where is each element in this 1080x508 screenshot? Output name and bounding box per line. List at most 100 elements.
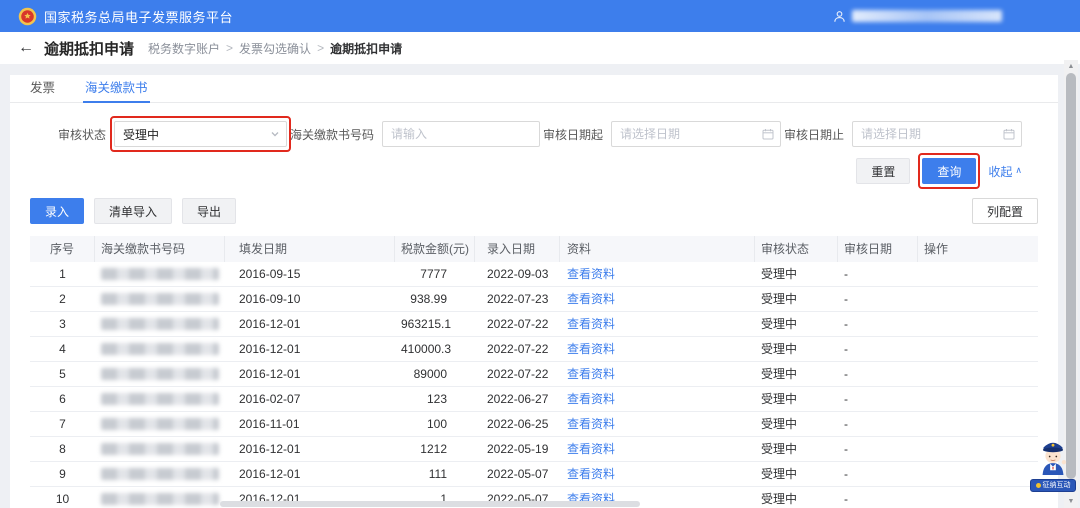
material-cell: 查看资料	[560, 412, 755, 436]
material-cell: 查看资料	[560, 312, 755, 336]
collapse-link[interactable]: 收起 ∧	[988, 163, 1022, 180]
user-name-redacted	[852, 10, 1002, 22]
query-button[interactable]: 查询	[922, 158, 976, 184]
review-date-cell: -	[838, 362, 918, 386]
entry-date-cell: 2022-09-03	[475, 262, 560, 286]
redacted-block	[101, 443, 219, 455]
table-row: 32016-12-01963215.12022-07-22查看资料受理中-	[30, 312, 1038, 337]
view-material-link[interactable]: 查看资料	[567, 442, 615, 456]
records-table: 序号 海关缴款书号码 填发日期 税款金额(元) 录入日期 资料 审核状态 审核日…	[30, 236, 1038, 508]
row-index: 3	[30, 312, 95, 336]
redacted-block	[101, 268, 219, 280]
entry-date-cell: 2022-07-22	[475, 362, 560, 386]
tab-customs-payment[interactable]: 海关缴款书	[85, 75, 148, 102]
back-arrow-icon[interactable]: ←	[18, 40, 34, 56]
export-button[interactable]: 导出	[182, 198, 236, 224]
row-index: 5	[30, 362, 95, 386]
entry-date-cell: 2022-07-22	[475, 312, 560, 336]
breadcrumb-separator: >	[226, 41, 233, 55]
col-review-date: 审核日期	[838, 236, 918, 262]
row-index: 2	[30, 287, 95, 311]
row-index: 6	[30, 387, 95, 411]
customs-number-cell	[95, 262, 225, 286]
view-material-link[interactable]: 查看资料	[567, 292, 615, 306]
customs-number-cell	[95, 462, 225, 486]
review-status-cell: 受理中	[755, 487, 838, 508]
view-material-link[interactable]: 查看资料	[567, 417, 615, 431]
review-date-cell: -	[838, 287, 918, 311]
entry-date-cell: 2022-05-19	[475, 437, 560, 461]
scroll-up-icon[interactable]: ▲	[1064, 60, 1078, 73]
entry-date-cell: 2022-05-07	[475, 462, 560, 486]
breadcrumb-item[interactable]: 税务数字账户	[148, 40, 220, 57]
calendar-icon	[1003, 128, 1015, 140]
content-card: 发票 海关缴款书 审核状态 受理中 海关缴款书号码 审核日期起	[10, 75, 1058, 508]
issue-date-cell: 2016-09-10	[225, 287, 395, 311]
review-date-cell: -	[838, 312, 918, 336]
scroll-down-icon[interactable]: ▼	[1064, 495, 1078, 508]
review-status-value: 受理中	[123, 126, 159, 143]
actions-cell	[918, 262, 1038, 286]
filter-row: 审核状态 受理中 海关缴款书号码 审核日期起	[10, 121, 1058, 147]
entry-button[interactable]: 录入	[30, 198, 84, 224]
col-tax-amount: 税款金额(元)	[395, 236, 475, 262]
review-status-cell: 受理中	[755, 337, 838, 361]
tax-amount-cell: 963215.1	[395, 312, 475, 336]
user-menu[interactable]	[833, 10, 1002, 23]
actions-cell	[918, 312, 1038, 336]
scrollbar-thumb[interactable]	[1066, 73, 1076, 479]
table-row: 22016-09-10938.992022-07-23查看资料受理中-	[30, 287, 1038, 312]
tax-emblem-icon	[18, 7, 37, 26]
review-date-to-input[interactable]	[852, 121, 1022, 147]
customs-number-cell	[95, 387, 225, 411]
view-material-link[interactable]: 查看资料	[567, 467, 615, 481]
review-date-cell: -	[838, 262, 918, 286]
assistant-widget[interactable]: 征纳互动	[1030, 437, 1076, 492]
entry-date-cell: 2022-06-25	[475, 412, 560, 436]
breadcrumb: 税务数字账户 > 发票勾选确认 > 逾期抵扣申请	[148, 40, 402, 57]
horizontal-scrollbar-thumb[interactable]	[220, 501, 640, 507]
actions-cell	[918, 437, 1038, 461]
tax-amount-cell: 938.99	[395, 287, 475, 311]
material-cell: 查看资料	[560, 462, 755, 486]
col-review-status: 审核状态	[755, 236, 838, 262]
table-body: 12016-09-1577772022-09-03查看资料受理中-22016-0…	[30, 262, 1038, 508]
user-icon	[833, 10, 846, 23]
table-row: 62016-02-071232022-06-27查看资料受理中-	[30, 387, 1038, 412]
view-material-link[interactable]: 查看资料	[567, 367, 615, 381]
filter-review-date-from: 审核日期起	[543, 121, 781, 147]
review-status-cell: 受理中	[755, 312, 838, 336]
tax-amount-cell: 89000	[395, 362, 475, 386]
list-import-button[interactable]: 清单导入	[94, 198, 172, 224]
customs-number-label: 海关缴款书号码	[290, 126, 374, 143]
col-issue-date: 填发日期	[225, 236, 395, 262]
view-material-link[interactable]: 查看资料	[567, 342, 615, 356]
review-status-cell: 受理中	[755, 362, 838, 386]
issue-date-cell: 2016-12-01	[225, 337, 395, 361]
view-material-link[interactable]: 查看资料	[567, 267, 615, 281]
material-cell: 查看资料	[560, 262, 755, 286]
column-config-button[interactable]: 列配置	[972, 198, 1038, 224]
actions-cell	[918, 412, 1038, 436]
col-index: 序号	[30, 236, 95, 262]
breadcrumb-item[interactable]: 发票勾选确认	[239, 40, 311, 57]
row-index: 1	[30, 262, 95, 286]
customs-number-input[interactable]	[382, 121, 540, 147]
view-material-link[interactable]: 查看资料	[567, 317, 615, 331]
actions-cell	[918, 337, 1038, 361]
view-material-link[interactable]: 查看资料	[567, 392, 615, 406]
review-status-label: 审核状态	[58, 126, 106, 143]
tab-invoice[interactable]: 发票	[30, 75, 55, 102]
review-status-select[interactable]: 受理中	[114, 121, 287, 147]
brand: 国家税务总局电子发票服务平台	[18, 7, 233, 26]
row-index: 9	[30, 462, 95, 486]
redacted-block	[101, 318, 219, 330]
redacted-block	[101, 418, 219, 430]
reset-button[interactable]: 重置	[856, 158, 910, 184]
filter-customs-number: 海关缴款书号码	[290, 121, 540, 147]
tax-amount-cell: 111	[395, 462, 475, 486]
calendar-icon	[762, 128, 774, 140]
customs-number-cell	[95, 412, 225, 436]
review-date-from-input[interactable]	[611, 121, 781, 147]
review-status-cell: 受理中	[755, 287, 838, 311]
